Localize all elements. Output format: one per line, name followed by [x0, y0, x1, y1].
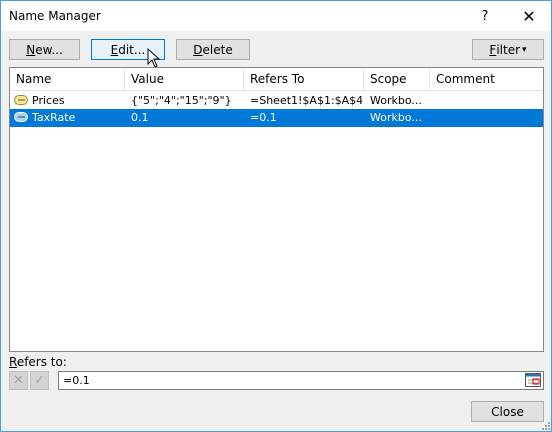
- cell-name: TaxRate: [32, 111, 76, 124]
- column-header-scope[interactable]: Scope: [364, 68, 430, 90]
- help-icon: ?: [481, 8, 489, 24]
- cell-refers-to: =Sheet1!$A$1:$A$4: [250, 94, 362, 107]
- collapse-dialog-icon[interactable]: [525, 373, 541, 387]
- refers-to-label-text: efers to:: [16, 355, 67, 369]
- close-button[interactable]: Close: [471, 401, 544, 422]
- name-manager-dialog: Name Manager ? ✕ New... Edit... Delete F…: [0, 0, 552, 432]
- column-header-value[interactable]: Value: [125, 68, 244, 90]
- close-button-label: Close: [491, 404, 524, 419]
- filter-button-label: ilter: [496, 42, 521, 57]
- cancel-edit-button[interactable]: ✕: [9, 371, 28, 390]
- resize-grip-icon[interactable]: [539, 419, 551, 431]
- cancel-x-icon: ✕: [13, 373, 24, 388]
- edit-button-label: dit...: [118, 42, 146, 57]
- delete-button-mnemonic: D: [193, 42, 203, 57]
- cell-value: 0.1: [131, 111, 149, 124]
- column-header-name[interactable]: Name: [10, 68, 125, 90]
- cell-scope: Workbo...: [370, 94, 422, 107]
- table-row[interactable]: Prices {"5";"4";"15";"9"} =Sheet1!$A$1:$…: [10, 92, 543, 110]
- new-button-label: ew...: [35, 42, 63, 57]
- cell-refers-to: =0.1: [250, 111, 277, 124]
- help-button[interactable]: ?: [463, 3, 507, 29]
- column-header-refers-to[interactable]: Refers To: [244, 68, 364, 90]
- title-bar: Name Manager ? ✕: [1, 1, 551, 31]
- table-row[interactable]: TaxRate 0.1 =0.1 Workbo...: [10, 109, 543, 127]
- close-icon: ✕: [522, 6, 536, 26]
- chevron-down-icon: ▾: [522, 44, 527, 55]
- range-name-icon: [14, 95, 28, 105]
- column-header-comment[interactable]: Comment: [430, 68, 543, 90]
- new-button[interactable]: New...: [9, 39, 80, 60]
- refers-to-mnemonic: R: [9, 355, 17, 369]
- refers-to-label: Refers to:: [9, 355, 67, 369]
- filter-button[interactable]: Filter ▾: [472, 39, 544, 60]
- window-title: Name Manager: [9, 9, 101, 23]
- constant-name-icon: [14, 112, 28, 122]
- list-header: Name Value Refers To Scope Comment: [10, 68, 543, 91]
- cell-scope: Workbo...: [370, 111, 422, 124]
- checkmark-icon: ✓: [34, 373, 45, 388]
- edit-button-mnemonic: E: [110, 42, 119, 57]
- new-button-mnemonic: N: [26, 42, 36, 57]
- filter-button-mnemonic: F: [489, 42, 497, 57]
- refers-to-input[interactable]: =0.1: [58, 371, 544, 390]
- delete-button[interactable]: Delete: [176, 39, 250, 60]
- cell-name: Prices: [32, 94, 65, 107]
- close-window-button[interactable]: ✕: [507, 3, 551, 29]
- confirm-edit-button[interactable]: ✓: [30, 371, 49, 390]
- delete-button-label: elete: [202, 42, 233, 57]
- refers-to-value: =0.1: [63, 374, 90, 387]
- cell-value: {"5";"4";"15";"9"}: [131, 94, 232, 107]
- names-list[interactable]: Name Value Refers To Scope Comment Price…: [9, 67, 544, 352]
